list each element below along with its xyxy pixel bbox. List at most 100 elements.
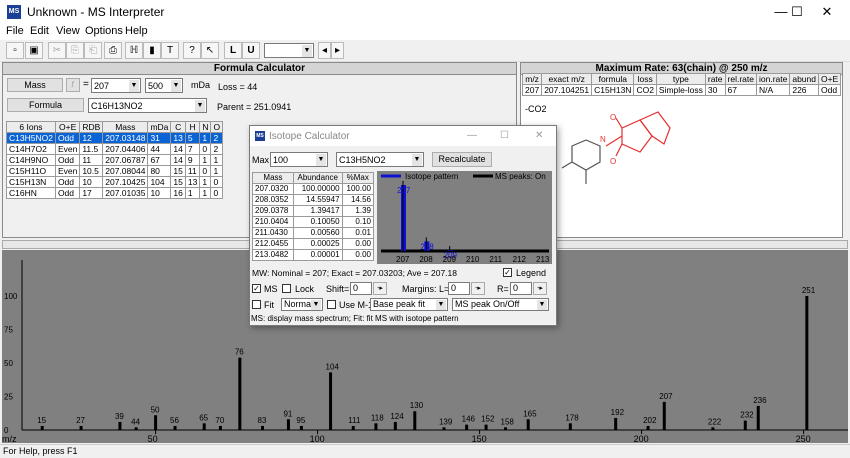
spectrum-peak[interactable] bbox=[238, 357, 242, 430]
formula-table-cell: 14 bbox=[170, 143, 186, 155]
isotope-max-button[interactable]: ☐ bbox=[500, 130, 509, 141]
spectrum-peak[interactable] bbox=[173, 425, 177, 430]
isotope-table-cell: 0.00025 bbox=[292, 238, 343, 250]
mda-select[interactable]: 500 ▼ bbox=[145, 78, 183, 93]
spectrum-peak[interactable] bbox=[526, 419, 530, 430]
paste-icon[interactable]: ⎗ bbox=[84, 42, 102, 59]
isotope-table-row[interactable]: 210.0404 0.10050 0.10 bbox=[252, 216, 375, 228]
formula-table-cell: 44 bbox=[147, 143, 172, 155]
spectrum-peak[interactable] bbox=[393, 421, 397, 430]
formula-select[interactable]: C16H13NO2 ▼ bbox=[88, 98, 207, 113]
spectrum-peak[interactable] bbox=[154, 415, 158, 430]
mass-select[interactable]: 207 ▼ bbox=[91, 78, 141, 93]
isotope-table-row[interactable]: 213.0482 0.00001 0.00 bbox=[252, 249, 375, 261]
isotope-table-row[interactable]: 212.0455 0.00025 0.00 bbox=[252, 238, 375, 250]
spectrum-peak[interactable] bbox=[504, 427, 508, 430]
formula-table-row[interactable]: C16HN Odd 17 207.01035 10 16 1 1 0 bbox=[6, 187, 224, 199]
print-icon[interactable]: ⎙ bbox=[104, 42, 122, 59]
spectrum-peak[interactable] bbox=[261, 425, 265, 430]
isotope-x-tick: 209 bbox=[443, 255, 457, 264]
max-select[interactable]: 100 ▼ bbox=[270, 152, 328, 167]
isotope-min-button[interactable]: — bbox=[467, 130, 477, 141]
isotope-formula-select[interactable]: C13H5NO2 ▼ bbox=[336, 152, 424, 167]
spectrum-peak[interactable] bbox=[465, 424, 469, 430]
spectrum-peak[interactable] bbox=[299, 425, 303, 430]
spectrum-icon[interactable]: ▮ bbox=[143, 42, 161, 59]
max-rate-header: O+E bbox=[817, 73, 842, 85]
spectrum-peak[interactable] bbox=[79, 425, 83, 430]
u-button[interactable]: U bbox=[242, 42, 260, 59]
spectrum-peak[interactable] bbox=[202, 423, 206, 430]
menu-help[interactable]: Help bbox=[125, 25, 148, 37]
margin-l-spinner[interactable]: -▸ bbox=[471, 282, 485, 295]
spectrum-peak[interactable] bbox=[286, 419, 290, 430]
spectrum-peak[interactable] bbox=[374, 423, 378, 430]
close-button[interactable]: ✕ bbox=[804, 0, 850, 24]
window-title: Unknown - MS Interpreter bbox=[27, 5, 165, 19]
menu-view[interactable]: View bbox=[56, 25, 80, 37]
formula-button[interactable]: Formula bbox=[7, 98, 84, 112]
menu-file[interactable]: File bbox=[6, 25, 24, 37]
copy-icon[interactable]: ⎘ bbox=[66, 42, 84, 59]
toolbar-combo[interactable]: ▼ bbox=[264, 43, 314, 58]
spectrum-peak[interactable] bbox=[568, 423, 572, 430]
isotope-table-row[interactable]: 211.0430 0.00560 0.01 bbox=[252, 227, 375, 239]
lock-checkbox[interactable] bbox=[282, 284, 291, 293]
ms-checkbox[interactable]: ✓ bbox=[252, 284, 261, 293]
mass-button[interactable]: Mass bbox=[7, 78, 63, 92]
fit-mode-select[interactable]: Normal ▼ bbox=[281, 298, 323, 311]
cut-icon[interactable]: ✂ bbox=[48, 42, 66, 59]
save-icon[interactable]: ▣ bbox=[25, 42, 43, 59]
spectrum-peak[interactable] bbox=[442, 427, 446, 430]
recalculate-button[interactable]: Recalculate bbox=[432, 152, 492, 167]
spectrum-peak[interactable] bbox=[351, 425, 355, 430]
spectrum-peak[interactable] bbox=[614, 417, 618, 430]
shift-input[interactable]: 0 bbox=[350, 282, 372, 295]
l-button[interactable]: L bbox=[224, 42, 242, 59]
spectrum-peak[interactable] bbox=[484, 424, 488, 430]
text-tool-icon[interactable]: T bbox=[161, 42, 179, 59]
arrow-right-icon[interactable]: ▸ bbox=[331, 42, 344, 59]
spectrum-peak[interactable] bbox=[646, 425, 650, 430]
ms-peak-select[interactable]: MS peak On/Off ▼ bbox=[452, 298, 549, 311]
new-file-icon[interactable]: ▫ bbox=[6, 42, 24, 59]
mass-f-button[interactable]: ƒ bbox=[66, 78, 80, 92]
menu-edit[interactable]: Edit bbox=[30, 25, 49, 37]
help-icon[interactable]: ? bbox=[183, 42, 201, 59]
spectrum-peak[interactable] bbox=[218, 425, 222, 430]
spectrum-peak[interactable] bbox=[711, 427, 715, 430]
max-rate-row[interactable]: 207 207.104251 C15H13N CO2 Simple-loss 30 67 N/… bbox=[521, 84, 842, 96]
formula-table-row[interactable]: C15H13N Odd 10 207.10425 104 15 13 1 0 bbox=[6, 176, 224, 188]
isotope-close-button[interactable]: ✕ bbox=[535, 130, 543, 141]
base-peak-select[interactable]: Base peak fit ▼ bbox=[370, 298, 448, 311]
menu-options[interactable]: Options bbox=[85, 25, 123, 37]
formula-table-row[interactable]: C14H7O2 Even 11.5 207.04406 44 14 7 0 2 bbox=[6, 143, 224, 155]
margin-r-input[interactable]: 0 bbox=[510, 282, 532, 295]
context-help-icon[interactable]: ↖ bbox=[201, 42, 219, 59]
formula-table-row[interactable]: C13H5NO2 Odd 12 207.03148 31 13 5 1 2 bbox=[6, 132, 224, 144]
spectrum-peak[interactable] bbox=[756, 405, 760, 430]
isotope-table-row[interactable]: 208.0352 14.55947 14.56 bbox=[252, 194, 375, 206]
margin-r-spinner[interactable]: -▸ bbox=[533, 282, 547, 295]
formula-table-row[interactable]: C15H11O Even 10.5 207.08044 80 15 11 0 1 bbox=[6, 165, 224, 177]
spectrum-peak[interactable] bbox=[40, 425, 44, 430]
formula-table-row[interactable]: C14H9NO Odd 11 207.06787 67 14 9 1 1 bbox=[6, 154, 224, 166]
margin-l-input[interactable]: 0 bbox=[448, 282, 470, 295]
spectrum-peak[interactable] bbox=[413, 411, 417, 430]
spectrum-peak[interactable] bbox=[329, 372, 333, 430]
isotope-table-cell: 100.00000 bbox=[292, 183, 343, 195]
shift-spinner[interactable]: -▸ bbox=[373, 282, 387, 295]
peak-label-icon[interactable]: ℍ bbox=[125, 42, 143, 59]
spectrum-peak[interactable] bbox=[662, 401, 666, 430]
use-m1-checkbox[interactable] bbox=[327, 300, 336, 309]
spectrum-peak[interactable] bbox=[134, 427, 138, 430]
spectrum-peak[interactable] bbox=[118, 421, 122, 430]
isotope-table-row[interactable]: 207.0320 100.00000 100.00 bbox=[252, 183, 375, 195]
legend-checkbox[interactable]: ✓ bbox=[503, 268, 512, 277]
isotope-table-row[interactable]: 209.0378 1.39417 1.39 bbox=[252, 205, 375, 217]
formula-table-cell: C16HN bbox=[6, 187, 56, 199]
spectrum-peak[interactable] bbox=[743, 420, 747, 430]
spectrum-peak[interactable] bbox=[805, 296, 809, 430]
arrow-left-icon[interactable]: ◂ bbox=[318, 42, 331, 59]
fit-checkbox[interactable] bbox=[252, 300, 261, 309]
